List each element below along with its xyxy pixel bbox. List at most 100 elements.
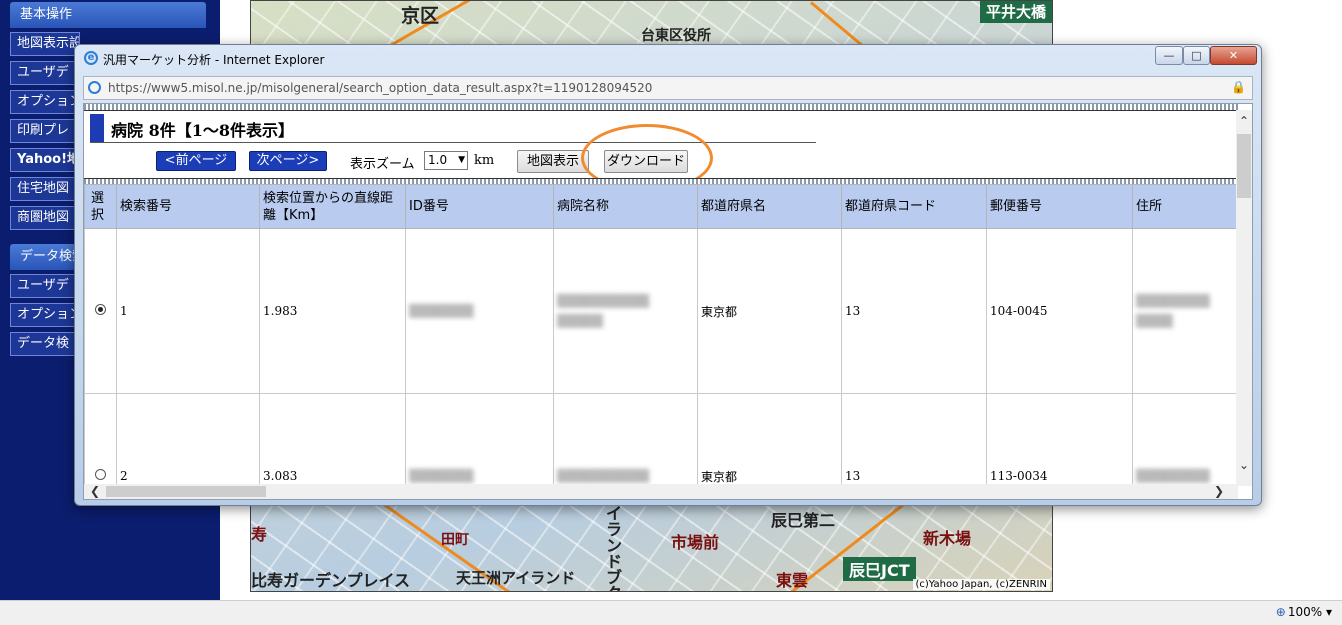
- window-title: 汎用マーケット分析 - Internet Explorer: [103, 53, 325, 67]
- scroll-up-icon[interactable]: ⌃: [1236, 114, 1252, 130]
- table-header-row: 選択 検索番号 検索位置からの直線距離【Km】 ID番号 病院名称 都道府県名 …: [84, 184, 1238, 229]
- result-header: 病院 8件【1〜8件表示】: [90, 114, 816, 143]
- menu-item-user-data-search[interactable]: ユーザデ: [10, 274, 80, 298]
- address-bar[interactable]: https://www5.misol.ne.jp/misolgeneral/se…: [83, 76, 1253, 100]
- cell-postal-code: 113-0034: [986, 393, 1133, 486]
- address-url[interactable]: https://www5.misol.ne.jp/misolgeneral/se…: [108, 81, 652, 95]
- redacted-text: ▒▒▒▒▒▒▒▒ ▒▒▒▒: [1136, 294, 1210, 328]
- ie-logo-icon: e: [84, 51, 98, 65]
- map-label: 新木場: [923, 529, 972, 548]
- status-bar: ⊕ 100% ▾: [0, 600, 1342, 625]
- horizontal-scrollbar[interactable]: ❮ ❯: [84, 484, 1238, 499]
- column-header-distance: 検索位置からの直線距離【Km】: [259, 184, 406, 229]
- redacted-text: ▒▒▒▒▒▒▒▒▒▒ ▒▒▒▒▒: [557, 294, 650, 328]
- column-header-select: 選択: [84, 184, 117, 229]
- ie-popup-window: e 汎用マーケット分析 - Internet Explorer — □ ✕ ht…: [74, 44, 1262, 506]
- menu-item-yahoo-map[interactable]: Yahoo!地: [10, 148, 80, 172]
- menu-item-trade-area-map[interactable]: 商圏地図: [10, 206, 80, 230]
- results-table: 選択 検索番号 検索位置からの直線距離【Km】 ID番号 病院名称 都道府県名 …: [84, 184, 1238, 486]
- map-copyright: (c)Yahoo Japan, (c)ZENRIN: [912, 579, 1050, 590]
- menu-item-options[interactable]: オプション: [10, 90, 80, 114]
- menu-item-residential-map[interactable]: 住宅地図: [10, 177, 80, 201]
- redacted-text: ▒▒▒▒▒▒▒: [409, 469, 474, 483]
- map-label: 市場前: [671, 533, 720, 552]
- zoom-unit: km: [474, 153, 495, 168]
- maximize-button[interactable]: □: [1183, 46, 1210, 65]
- cell-id: ▒▒▒▒▒▒▒: [405, 393, 554, 486]
- row-select-cell[interactable]: [84, 228, 117, 394]
- cell-hospital-name: ▒▒▒▒▒▒▒▒▒▒: [553, 393, 698, 486]
- cell-prefecture: 東京都: [697, 393, 842, 486]
- scroll-left-icon[interactable]: ❮: [90, 484, 100, 498]
- close-button[interactable]: ✕: [1210, 46, 1257, 65]
- next-page-button[interactable]: 次ページ>: [249, 151, 327, 171]
- result-title: 病院 8件【1〜8件表示】: [111, 121, 294, 140]
- prev-page-button[interactable]: <前ページ: [156, 151, 236, 171]
- column-header-id: ID番号: [405, 184, 554, 229]
- column-header-hospital-name: 病院名称: [553, 184, 698, 229]
- menu-section-basic: 基本操作: [10, 2, 206, 28]
- column-header-address: 住所: [1132, 184, 1238, 229]
- cell-address: ▒▒▒▒▒▒▒▒ ▒▒▒▒: [1132, 228, 1238, 394]
- results-table-container: 選択 検索番号 検索位置からの直線距離【Km】 ID番号 病院名称 都道府県名 …: [84, 184, 1238, 486]
- map-label: 寿: [251, 525, 268, 544]
- cell-distance: 1.983: [259, 228, 406, 394]
- cell-distance: 3.083: [259, 393, 406, 486]
- redacted-text: ▒▒▒▒▒▒▒: [409, 304, 474, 318]
- menu-item-user-data[interactable]: ユーザデ: [10, 61, 80, 85]
- zoom-level-text: 100%: [1287, 605, 1323, 619]
- zoom-level-control[interactable]: ⊕ 100% ▾: [1276, 605, 1332, 619]
- map-label-junction: 辰巳JCT: [843, 557, 916, 581]
- menu-item-option-search[interactable]: オプション: [10, 303, 80, 327]
- zoom-label: 表示ズーム: [350, 157, 415, 172]
- table-row: 1 1.983 ▒▒▒▒▒▒▒ ▒▒▒▒▒▒▒▒▒▒ ▒▒▒▒▒ 東京都 13 1…: [84, 228, 1238, 394]
- map-label-bridge: 平井大橋: [979, 1, 1052, 23]
- minimize-button[interactable]: —: [1155, 46, 1183, 65]
- vertical-scrollbar[interactable]: ⌃ ⌄: [1236, 110, 1252, 486]
- cell-id: ▒▒▒▒▒▒▒: [405, 228, 554, 394]
- map-label: イランドブクエア: [606, 504, 623, 592]
- cell-hospital-name: ▒▒▒▒▒▒▒▒▒▒ ▒▒▒▒▒: [553, 228, 698, 394]
- magnifier-icon: ⊕: [1275, 605, 1286, 619]
- column-header-search-no: 検索番号: [116, 184, 260, 229]
- redacted-text: ▒▒▒▒▒▒▒▒▒▒: [557, 469, 650, 483]
- ie-page-icon: [88, 81, 101, 94]
- map-display-button[interactable]: 地図表示: [517, 150, 589, 173]
- radio-unselected-icon[interactable]: [95, 469, 106, 480]
- map-label: 台東区役所: [641, 28, 711, 44]
- lock-icon[interactable]: 🔒: [1231, 80, 1246, 94]
- cell-address: ▒▒▒▒▒▒▒▒: [1132, 393, 1238, 486]
- map-label: 京区: [401, 5, 440, 27]
- column-header-prefecture-code: 都道府県コード: [841, 184, 987, 229]
- map-label: 天王洲アイランド: [456, 569, 576, 587]
- horizontal-scroll-thumb[interactable]: [106, 486, 266, 497]
- redacted-text: ▒▒▒▒▒▒▒▒: [1136, 469, 1210, 483]
- map-label: 東雲: [776, 571, 809, 590]
- chevron-down-icon: ▼: [458, 155, 465, 165]
- menu-item-data-search[interactable]: データ検: [10, 332, 80, 356]
- cell-prefecture: 東京都: [697, 228, 842, 394]
- radio-selected-icon[interactable]: [95, 304, 106, 315]
- page-content: 病院 8件【1〜8件表示】 <前ページ 次ページ> 表示ズーム 1.0 ▼ km…: [83, 103, 1253, 500]
- map-label: 比寿ガーデンプレイス: [251, 571, 411, 590]
- cell-search-no: 1: [116, 228, 260, 394]
- window-title-bar[interactable]: e 汎用マーケット分析 - Internet Explorer — □ ✕: [75, 45, 1261, 73]
- download-button[interactable]: ダウンロード: [604, 150, 688, 173]
- cell-prefecture-code: 13: [841, 393, 987, 486]
- map-label: 辰巳第二: [771, 511, 836, 530]
- scroll-down-icon[interactable]: ⌄: [1236, 458, 1252, 474]
- cell-postal-code: 104-0045: [986, 228, 1133, 394]
- row-select-cell[interactable]: [84, 393, 117, 486]
- scroll-right-icon[interactable]: ❯: [1214, 484, 1224, 498]
- cell-search-no: 2: [116, 393, 260, 486]
- menu-item-print-preview[interactable]: 印刷プレ: [10, 119, 80, 143]
- table-row: 2 3.083 ▒▒▒▒▒▒▒ ▒▒▒▒▒▒▒▒▒▒ 東京都 13 113-00…: [84, 393, 1238, 486]
- column-header-prefecture: 都道府県名: [697, 184, 842, 229]
- vertical-scroll-thumb[interactable]: [1237, 134, 1251, 198]
- header-accent-bar: [90, 114, 104, 142]
- zoom-select[interactable]: 1.0 ▼: [424, 151, 468, 170]
- menu-item-map-display-settings[interactable]: 地図表示設定: [10, 32, 80, 56]
- column-header-postal-code: 郵便番号: [986, 184, 1133, 229]
- dotted-divider: [84, 104, 1238, 111]
- cell-prefecture-code: 13: [841, 228, 987, 394]
